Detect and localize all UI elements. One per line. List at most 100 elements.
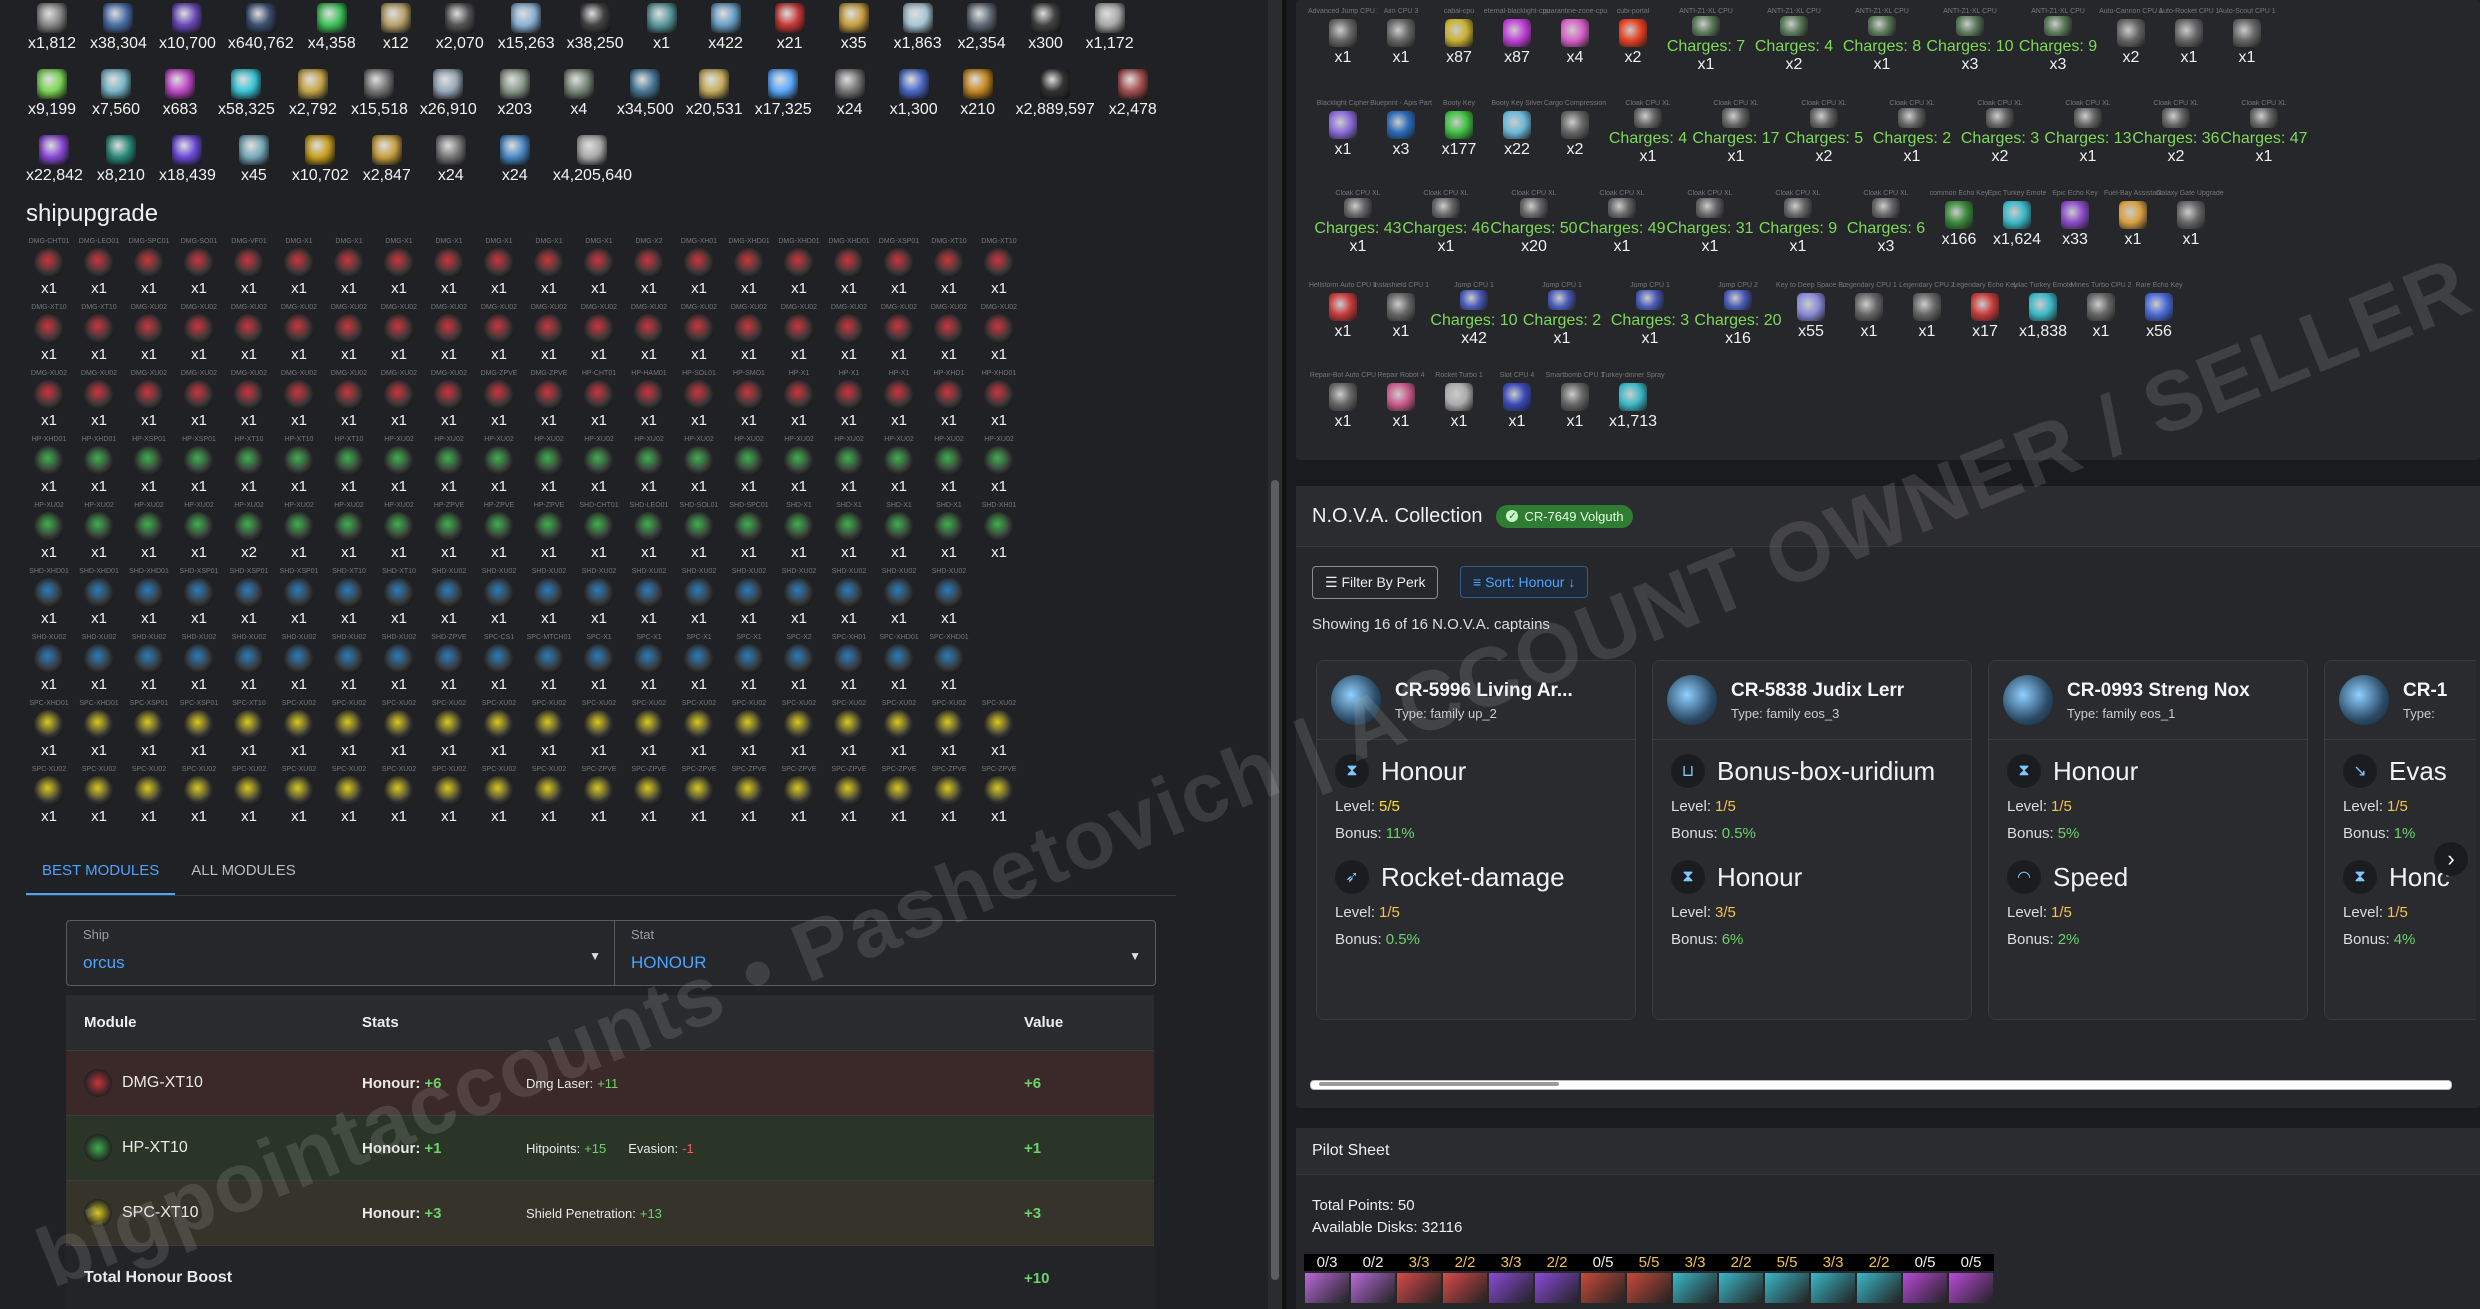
upgrade-item[interactable]: SPC-XT10 x1 — [224, 700, 274, 764]
cpu-item[interactable]: Legendary CPU 2 x1 — [1898, 282, 1956, 348]
upgrade-item[interactable]: DMG-XU02 x1 — [374, 370, 424, 434]
cpu-item[interactable]: Auto-Scout CPU 1 x1 — [2218, 8, 2276, 74]
upgrade-item[interactable]: SPC-CS1 x1 — [474, 634, 524, 698]
cpu-item[interactable]: Instashield CPU 1 x1 — [1372, 282, 1430, 348]
upgrade-item[interactable]: SPC-XU02 x1 — [974, 700, 1024, 764]
cpu-item[interactable]: Cloak CPU XL Charges: 13 x1 — [2044, 100, 2132, 166]
upgrade-item[interactable]: SHD-XT10 x1 — [374, 568, 424, 632]
upgrade-item[interactable]: DMG-LEO01 x1 — [74, 238, 124, 302]
cpu-item[interactable]: Epic Turkey Emote x1,624 — [1988, 190, 2047, 256]
upgrade-item[interactable]: HP-XU02 x1 — [874, 436, 924, 500]
cpu-item[interactable]: Galaxy Gate Upgrade CPU 1 x1 — [2156, 190, 2226, 256]
upgrade-item[interactable]: DMG-VF01 x1 — [224, 238, 274, 302]
cpu-item[interactable]: Blacklight Cipher x1 — [1314, 100, 1372, 166]
cpu-item[interactable]: ANTI-Z1-XL CPU Charges: 8 x1 — [1838, 8, 1926, 74]
pilot-skill[interactable]: 0/5 — [1580, 1254, 1626, 1303]
upgrade-item[interactable]: HP-XU02 x1 — [424, 436, 474, 500]
resource-item[interactable]: x203 — [483, 68, 547, 132]
upgrade-item[interactable]: SHD-XU02 x1 — [274, 634, 324, 698]
upgrade-item[interactable]: DMG-XU02 x1 — [74, 370, 124, 434]
upgrade-item[interactable]: SPC-ZPVE x1 — [974, 766, 1024, 830]
upgrade-item[interactable]: DMG-SO01 x1 — [174, 238, 224, 302]
resource-item[interactable]: x300 — [1014, 2, 1078, 66]
upgrade-item[interactable]: DMG-XU02 x1 — [724, 304, 774, 368]
upgrade-item[interactable]: SHD-XU02 x1 — [374, 634, 424, 698]
upgrade-item[interactable]: HP-XU02 x1 — [124, 502, 174, 566]
upgrade-item[interactable]: DMG-XU02 x1 — [174, 304, 224, 368]
upgrade-item[interactable]: SHD-XU02 x1 — [424, 568, 474, 632]
upgrade-item[interactable]: SHD-XU02 x1 — [324, 634, 374, 698]
resource-item[interactable]: x35 — [822, 2, 886, 66]
resource-item[interactable]: x24 — [818, 68, 882, 132]
ship-select[interactable]: Ship orcus ▼ — [66, 920, 615, 986]
upgrade-item[interactable]: SPC-XU02 x1 — [874, 700, 924, 764]
upgrade-item[interactable]: DMG-X1 x1 — [374, 238, 424, 302]
upgrade-item[interactable]: SHD-XU02 x1 — [574, 568, 624, 632]
cpu-item[interactable]: Blueprint - Apis Part x3 — [1370, 100, 1432, 166]
upgrade-item[interactable]: DMG-XU02 x1 — [24, 370, 74, 434]
resource-item[interactable]: x1,863 — [886, 2, 950, 66]
upgrade-item[interactable]: HP-CHT01 x1 — [574, 370, 624, 434]
resource-item[interactable]: x1,172 — [1078, 2, 1142, 66]
upgrade-item[interactable]: DMG-XU02 x1 — [224, 304, 274, 368]
upgrade-item[interactable]: DMG-XU02 x1 — [874, 304, 924, 368]
resource-item[interactable]: x15,263 — [492, 2, 561, 66]
upgrade-item[interactable]: SPC-XHD01 x1 — [74, 700, 124, 764]
cpu-item[interactable]: Jump CPU 1 Charges: 2 x1 — [1518, 282, 1606, 348]
upgrade-item[interactable]: HP-XU02 x1 — [474, 436, 524, 500]
left-scrollbar[interactable] — [1268, 0, 1282, 1309]
upgrade-item[interactable]: SPC-XH01 x1 — [824, 634, 874, 698]
upgrade-item[interactable]: SHD-XU02 x1 — [674, 568, 724, 632]
upgrade-item[interactable]: SHD-XU02 x1 — [474, 568, 524, 632]
upgrade-item[interactable]: HP-XU02 x1 — [974, 436, 1024, 500]
filter-by-perk-button[interactable]: ☰ Filter By Perk — [1312, 566, 1439, 599]
cpu-item[interactable]: Auto-Rocket CPU 1 x1 — [2158, 8, 2219, 74]
resource-item[interactable]: x2,354 — [950, 2, 1014, 66]
upgrade-item[interactable]: SPC-XU02 x1 — [774, 700, 824, 764]
upgrade-item[interactable]: HP-XU02 x1 — [24, 502, 74, 566]
upgrade-item[interactable]: SPC-XSP01 x1 — [174, 700, 224, 764]
upgrade-item[interactable]: SPC-XU02 x1 — [74, 766, 124, 830]
upgrade-item[interactable]: HP-XU02 x1 — [724, 436, 774, 500]
upgrade-item[interactable]: SPC-X1 x1 — [624, 634, 674, 698]
resource-item[interactable]: x26,910 — [414, 68, 483, 132]
upgrade-item[interactable]: SHD-XSP01 x1 — [174, 568, 224, 632]
resource-item[interactable]: x45 — [222, 134, 286, 198]
upgrade-item[interactable]: HP-XU02 x1 — [374, 436, 424, 500]
cards-scrollbar-thumb[interactable] — [1319, 1082, 1559, 1086]
resource-item[interactable]: x20,531 — [680, 68, 749, 132]
upgrade-item[interactable]: SPC-X1 x1 — [574, 634, 624, 698]
stat-select[interactable]: Stat HONOUR ▼ — [614, 920, 1156, 986]
upgrade-item[interactable]: SPC-ZPVE x1 — [724, 766, 774, 830]
upgrade-item[interactable]: DMG-XH01 x1 — [674, 238, 724, 302]
sort-button[interactable]: ≡ Sort: Honour ↓ — [1460, 566, 1589, 598]
upgrade-item[interactable]: SHD-CHT01 x1 — [574, 502, 624, 566]
upgrade-item[interactable]: HP-XU02 x1 — [74, 502, 124, 566]
upgrade-item[interactable]: DMG-XU02 x1 — [974, 304, 1024, 368]
upgrade-item[interactable]: SPC-XU02 x1 — [224, 766, 274, 830]
upgrade-item[interactable]: SHD-XHD01 x1 — [74, 568, 124, 632]
upgrade-item[interactable]: HP-XU02 x1 — [324, 502, 374, 566]
upgrade-item[interactable]: SPC-ZPVE x1 — [774, 766, 824, 830]
cpu-item[interactable]: Cloak CPU XL Charges: 3 x2 — [1956, 100, 2044, 166]
upgrade-item[interactable]: DMG-X2 x1 — [624, 238, 674, 302]
upgrade-item[interactable]: DMG-XU02 x1 — [574, 304, 624, 368]
upgrade-item[interactable]: SPC-XU02 x1 — [574, 700, 624, 764]
upgrade-item[interactable]: DMG-XU02 x1 — [924, 304, 974, 368]
upgrade-item[interactable]: SHD-XU02 x1 — [624, 568, 674, 632]
upgrade-item[interactable]: SHD-SOL01 x1 — [674, 502, 724, 566]
upgrade-item[interactable]: DMG-X1 x1 — [524, 238, 574, 302]
upgrade-item[interactable]: SHD-ZPVE x1 — [424, 634, 474, 698]
upgrade-item[interactable]: HP-XHD01 x1 — [74, 436, 124, 500]
upgrade-item[interactable]: SHD-X1 x1 — [924, 502, 974, 566]
tab-all-modules[interactable]: ALL MODULES — [175, 848, 311, 895]
cpu-item[interactable]: ANTI-Z1-XL CPU Charges: 7 x1 — [1662, 8, 1750, 74]
upgrade-item[interactable]: SPC-ZPVE x1 — [674, 766, 724, 830]
upgrade-item[interactable]: SHD-X1 x1 — [824, 502, 874, 566]
cpu-item[interactable]: Booty Key x177 — [1430, 100, 1488, 166]
upgrade-item[interactable]: HP-XU02 x1 — [924, 436, 974, 500]
upgrade-item[interactable]: SPC-XU02 x1 — [124, 766, 174, 830]
upgrade-item[interactable]: SPC-XU02 x1 — [374, 700, 424, 764]
upgrade-item[interactable]: HP-XU02 x1 — [524, 436, 574, 500]
upgrade-item[interactable]: SPC-XU02 x1 — [174, 766, 224, 830]
